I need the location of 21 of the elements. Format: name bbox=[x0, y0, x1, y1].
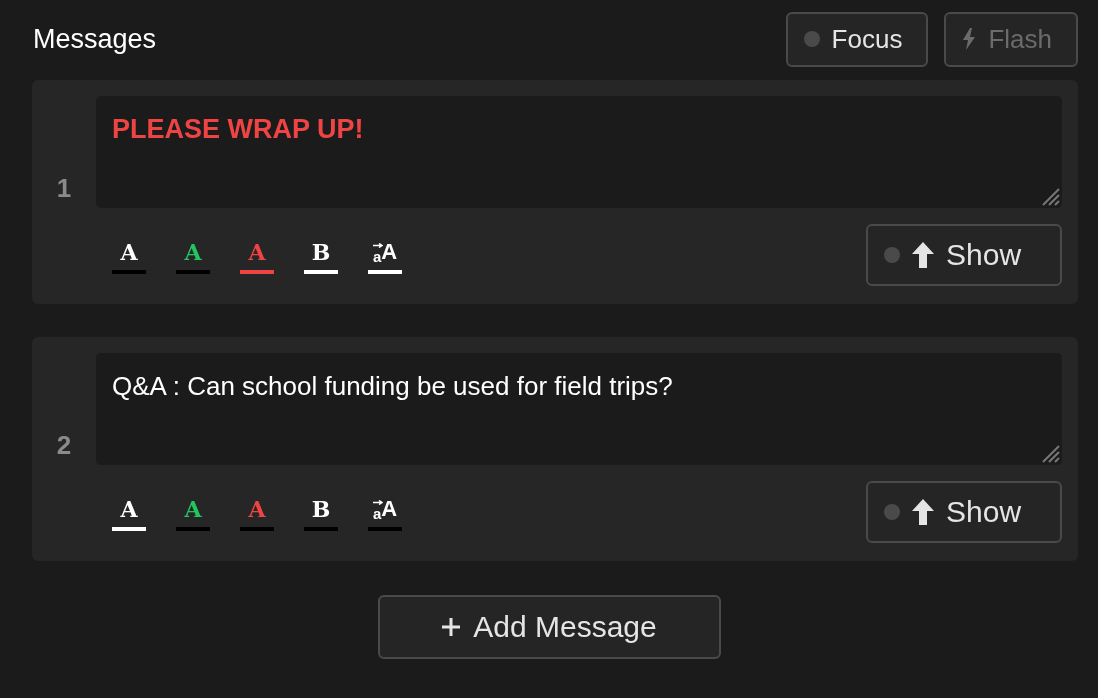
message-number: 2 bbox=[56, 429, 72, 461]
text-color-button[interactable]: A bbox=[112, 236, 146, 274]
text-color-button[interactable]: A bbox=[112, 493, 146, 531]
text-color-button[interactable]: A bbox=[176, 236, 210, 274]
bold-button[interactable]: B bbox=[304, 493, 338, 531]
message-field[interactable]: Q&A : Can school funding be used for field trips? bbox=[96, 353, 1062, 465]
show-button[interactable]: Show bbox=[866, 224, 1062, 286]
text-color-button[interactable]: A bbox=[176, 493, 210, 531]
text-color-button[interactable]: A bbox=[240, 493, 274, 531]
message-field[interactable]: PLEASE WRAP UP! bbox=[96, 96, 1062, 208]
show-button[interactable]: Show bbox=[866, 481, 1062, 543]
text-color-button[interactable]: A bbox=[240, 236, 274, 274]
panel-title: Messages bbox=[33, 23, 158, 55]
up-arrow-icon bbox=[912, 499, 934, 525]
add-message-button[interactable]: Add Message bbox=[377, 595, 721, 659]
lightning-icon bbox=[962, 28, 977, 50]
plus-icon bbox=[441, 617, 462, 637]
up-arrow-icon bbox=[912, 242, 934, 268]
message-number: 1 bbox=[56, 172, 72, 204]
bold-button[interactable]: B bbox=[304, 236, 338, 274]
focus-button[interactable]: Focus bbox=[785, 11, 929, 67]
